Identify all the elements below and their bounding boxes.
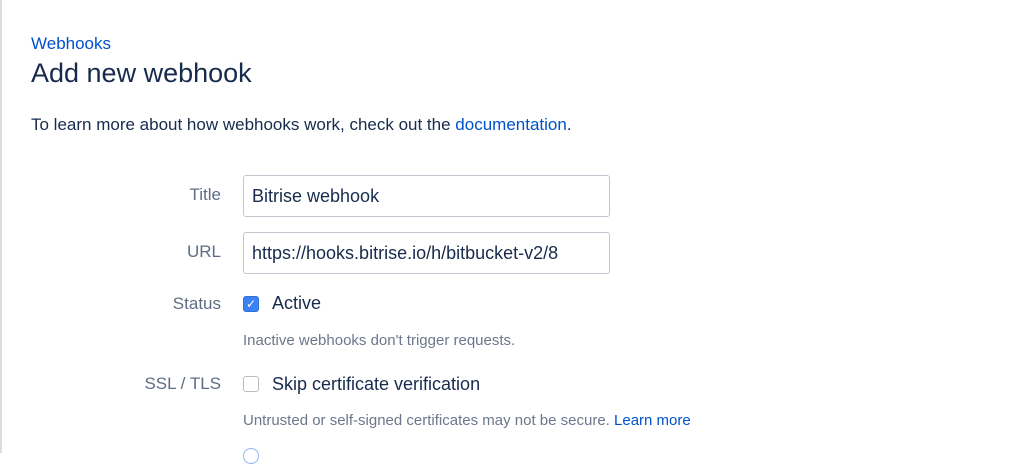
title-input[interactable]: Bitrise webhook bbox=[243, 175, 610, 217]
learn-more-link[interactable]: Learn more bbox=[614, 412, 691, 429]
skip-cert-checkbox[interactable] bbox=[243, 376, 259, 392]
intro-suffix: . bbox=[566, 115, 572, 134]
active-checkbox-label[interactable]: Active bbox=[272, 293, 321, 314]
active-checkbox[interactable]: ✓ bbox=[243, 296, 259, 312]
url-input[interactable]: https://hooks.bitrise.io/h/bitbucket-v2/… bbox=[243, 232, 610, 274]
left-border bbox=[0, 0, 2, 453]
intro-text: To learn more about how webhooks work, c… bbox=[31, 115, 572, 135]
documentation-link[interactable]: documentation bbox=[455, 115, 567, 134]
page-title: Add new webhook bbox=[31, 58, 252, 88]
ssl-help: Untrusted or self-signed certificates ma… bbox=[243, 412, 691, 429]
checkmark-icon: ✓ bbox=[245, 297, 257, 311]
url-label: URL bbox=[186, 242, 221, 261]
status-label: Status bbox=[172, 294, 221, 313]
breadcrumb-webhooks[interactable]: Webhooks bbox=[31, 34, 111, 54]
ssl-label: SSL / TLS bbox=[144, 374, 221, 393]
status-help: Inactive webhooks don't trigger requests… bbox=[243, 332, 516, 349]
intro-text-body: To learn more about how webhooks work, c… bbox=[31, 115, 456, 134]
skip-cert-label[interactable]: Skip certificate verification bbox=[272, 374, 480, 395]
title-label: Title bbox=[189, 185, 222, 204]
ssl-help-text: Untrusted or self-signed certificates ma… bbox=[243, 412, 615, 429]
radio-button[interactable] bbox=[243, 448, 259, 464]
